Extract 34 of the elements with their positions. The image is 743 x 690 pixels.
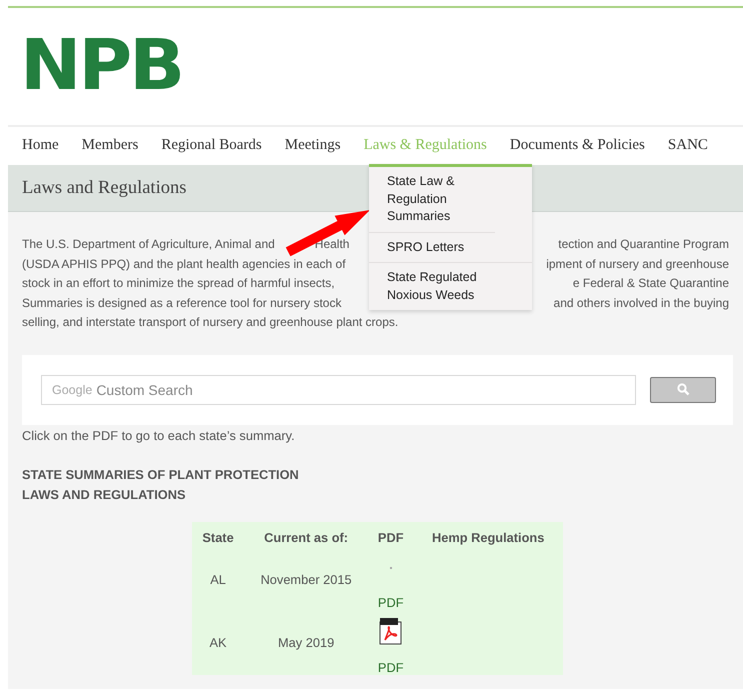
paragraph-text: stock in an effort to minimize the spread of harmful insects, — [22, 275, 335, 292]
table-cell: May 2019 — [278, 634, 334, 650]
paragraph-text: selling, and interstate transport of nursery and greenhouse plant crops. — [22, 314, 398, 331]
column-header: PDF — [368, 522, 414, 548]
menu-item[interactable]: State Regulated Noxious Weeds — [369, 263, 505, 310]
paragraph-text: (USDA APHIS PPQ) and the plant health agencies in each of — [22, 256, 346, 272]
nav-link[interactable]: Home — [22, 137, 59, 154]
nav-link[interactable]: Regional Boards — [161, 137, 262, 154]
paragraph-text: Health — [314, 236, 350, 253]
instruction-text: Click on the PDF to go to each state’s summary. — [21, 426, 296, 442]
table-cell: November 2015 — [260, 572, 352, 586]
logo-text[interactable]: NPB — [20, 32, 182, 98]
nav-link[interactable]: Members — [82, 137, 138, 154]
column-header: Hemp Regulations — [413, 522, 563, 548]
paragraph-text: tection and Quarantine Program — [558, 236, 729, 253]
pdf-link[interactable]: PDF — [378, 660, 404, 674]
paragraph-text: e Federal & State Quarantine — [572, 275, 729, 292]
paragraph-text: The U.S. Department of Agriculture, Animal and — [22, 236, 275, 253]
paragraph-text: and others involved in the buying — [554, 294, 729, 312]
nav-link[interactable]: Documents & Policies — [510, 137, 645, 154]
paragraph-text: ipment of nursery and greenhouse — [546, 256, 729, 272]
pdf-file-icon[interactable] — [378, 618, 403, 644]
column-header: State — [192, 522, 244, 548]
nav-link[interactable]: Meetings — [284, 137, 341, 154]
paragraph-text: Summaries is designed as a reference tool for nursery stock — [22, 294, 342, 312]
section-heading: STATE SUMMARIES OF PLANT PROTECTION LAWS AND REGULATIONS — [21, 466, 300, 504]
table-cell: AL — [210, 572, 226, 586]
pdf-link[interactable]: PDF — [378, 594, 404, 610]
search-icon — [676, 383, 690, 396]
search-button[interactable] — [650, 376, 716, 402]
table-cell: AK — [210, 634, 227, 650]
column-header: Current as of: — [244, 522, 368, 548]
search-field[interactable]: Google Custom Search — [41, 374, 636, 404]
nav-link[interactable]: SANC — [668, 137, 708, 154]
